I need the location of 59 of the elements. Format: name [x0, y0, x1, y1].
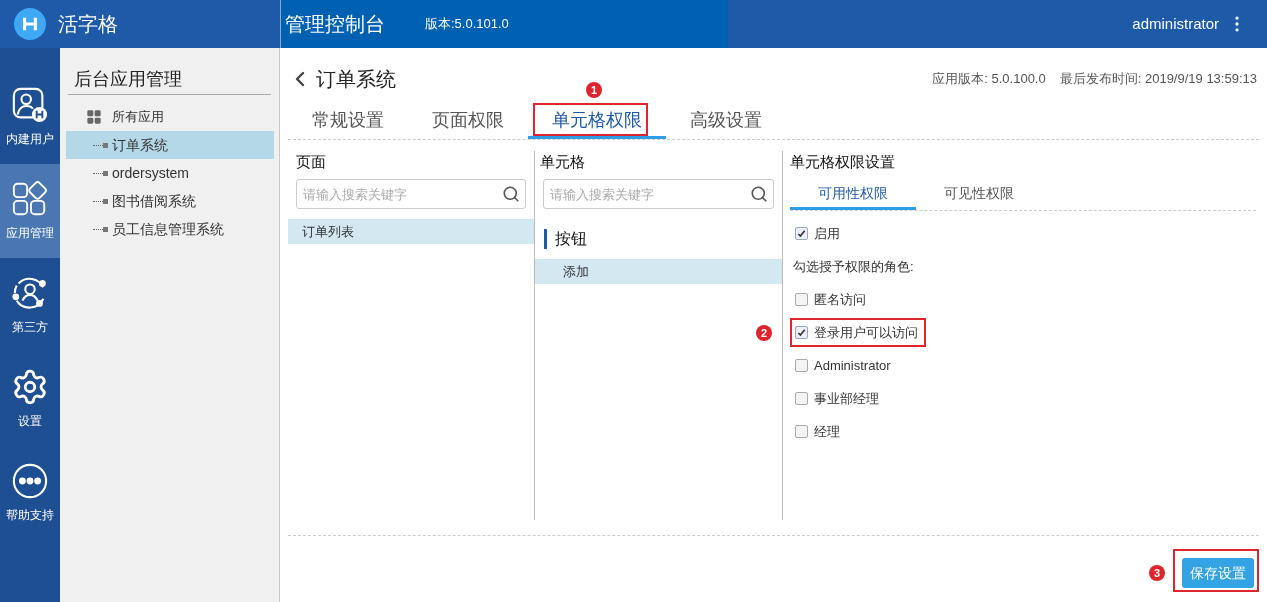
page-item[interactable]: 订单列表	[288, 219, 534, 244]
nav-item[interactable]: 设置	[0, 352, 60, 446]
sub-tab[interactable]: 可见性权限	[916, 180, 1042, 210]
nav-item[interactable]: 应用管理	[0, 164, 60, 258]
check-icon	[797, 328, 806, 337]
tree-item[interactable]: 图书借阅系统	[66, 187, 274, 215]
checkbox-label: 经理	[814, 422, 840, 441]
group-label: 按钮	[555, 229, 587, 249]
callout-number: 3	[1149, 565, 1165, 581]
tree-title: 后台应用管理	[68, 66, 271, 95]
tree-item[interactable]: 员工信息管理系统	[66, 215, 274, 243]
checkbox-label: 登录用户可以访问	[814, 323, 918, 342]
app-version: 应用版本: 5.0.100.0	[932, 70, 1046, 89]
checkbox[interactable]	[795, 392, 808, 405]
user-badge-icon	[11, 86, 49, 124]
tree-root[interactable]: 所有应用	[112, 107, 164, 127]
apps-icon	[11, 180, 49, 218]
checkbox-label: 事业部经理	[814, 389, 879, 408]
version-label: 版本:5.0.101.0	[425, 15, 509, 34]
column-title: 单元格	[539, 152, 586, 172]
checkbox-label: Administrator	[814, 356, 891, 375]
checkbox[interactable]	[795, 326, 808, 339]
search-field[interactable]: 请输入搜索关键字	[296, 179, 526, 209]
publish-time: 最后发布时间: 2019/9/19 13:59:13	[1059, 70, 1257, 89]
tree-item[interactable]: ordersystem	[66, 159, 274, 187]
tree-item[interactable]: 订单系统	[66, 131, 274, 159]
sub-tab[interactable]: 可用性权限	[790, 180, 916, 210]
checkbox-label: 启用	[814, 224, 840, 243]
more-circle-icon	[11, 462, 49, 500]
checkbox[interactable]	[795, 293, 808, 306]
search-icon	[502, 185, 520, 203]
roles-hint: 勾选授予权限的角色:	[792, 257, 915, 276]
grid-icon	[86, 109, 102, 125]
search-field[interactable]: 请输入搜索关键字	[543, 179, 774, 209]
tab[interactable]: 页面权限	[408, 105, 528, 139]
page-title: 订单系统	[316, 67, 396, 92]
check-icon	[797, 229, 806, 238]
search-icon	[750, 185, 768, 203]
tab[interactable]: 单元格权限	[528, 105, 666, 139]
cell-item[interactable]: 添加	[535, 259, 782, 284]
tab[interactable]: 常规设置	[288, 105, 408, 139]
user-name[interactable]: administrator	[1132, 12, 1219, 36]
group-marker	[544, 229, 547, 249]
checkbox[interactable]	[795, 227, 808, 240]
nav-item[interactable]: 第三方	[0, 258, 60, 352]
checkbox[interactable]	[795, 425, 808, 438]
app-name: 活字格	[58, 12, 118, 37]
checkbox[interactable]	[795, 359, 808, 372]
column-title: 单元格权限设置	[790, 152, 896, 172]
nav-item[interactable]: 帮助支持	[0, 446, 60, 540]
console-title: 管理控制台	[285, 12, 385, 37]
column-title: 页面	[295, 152, 327, 172]
callout-number: 2	[756, 325, 772, 341]
tab[interactable]: 高级设置	[666, 105, 786, 139]
settings-icon	[11, 368, 49, 406]
logo-icon	[14, 8, 46, 40]
callout-number: 1	[586, 82, 602, 98]
checkbox-label: 匿名访问	[814, 290, 866, 309]
nav-item[interactable]: 内建用户	[0, 70, 60, 164]
